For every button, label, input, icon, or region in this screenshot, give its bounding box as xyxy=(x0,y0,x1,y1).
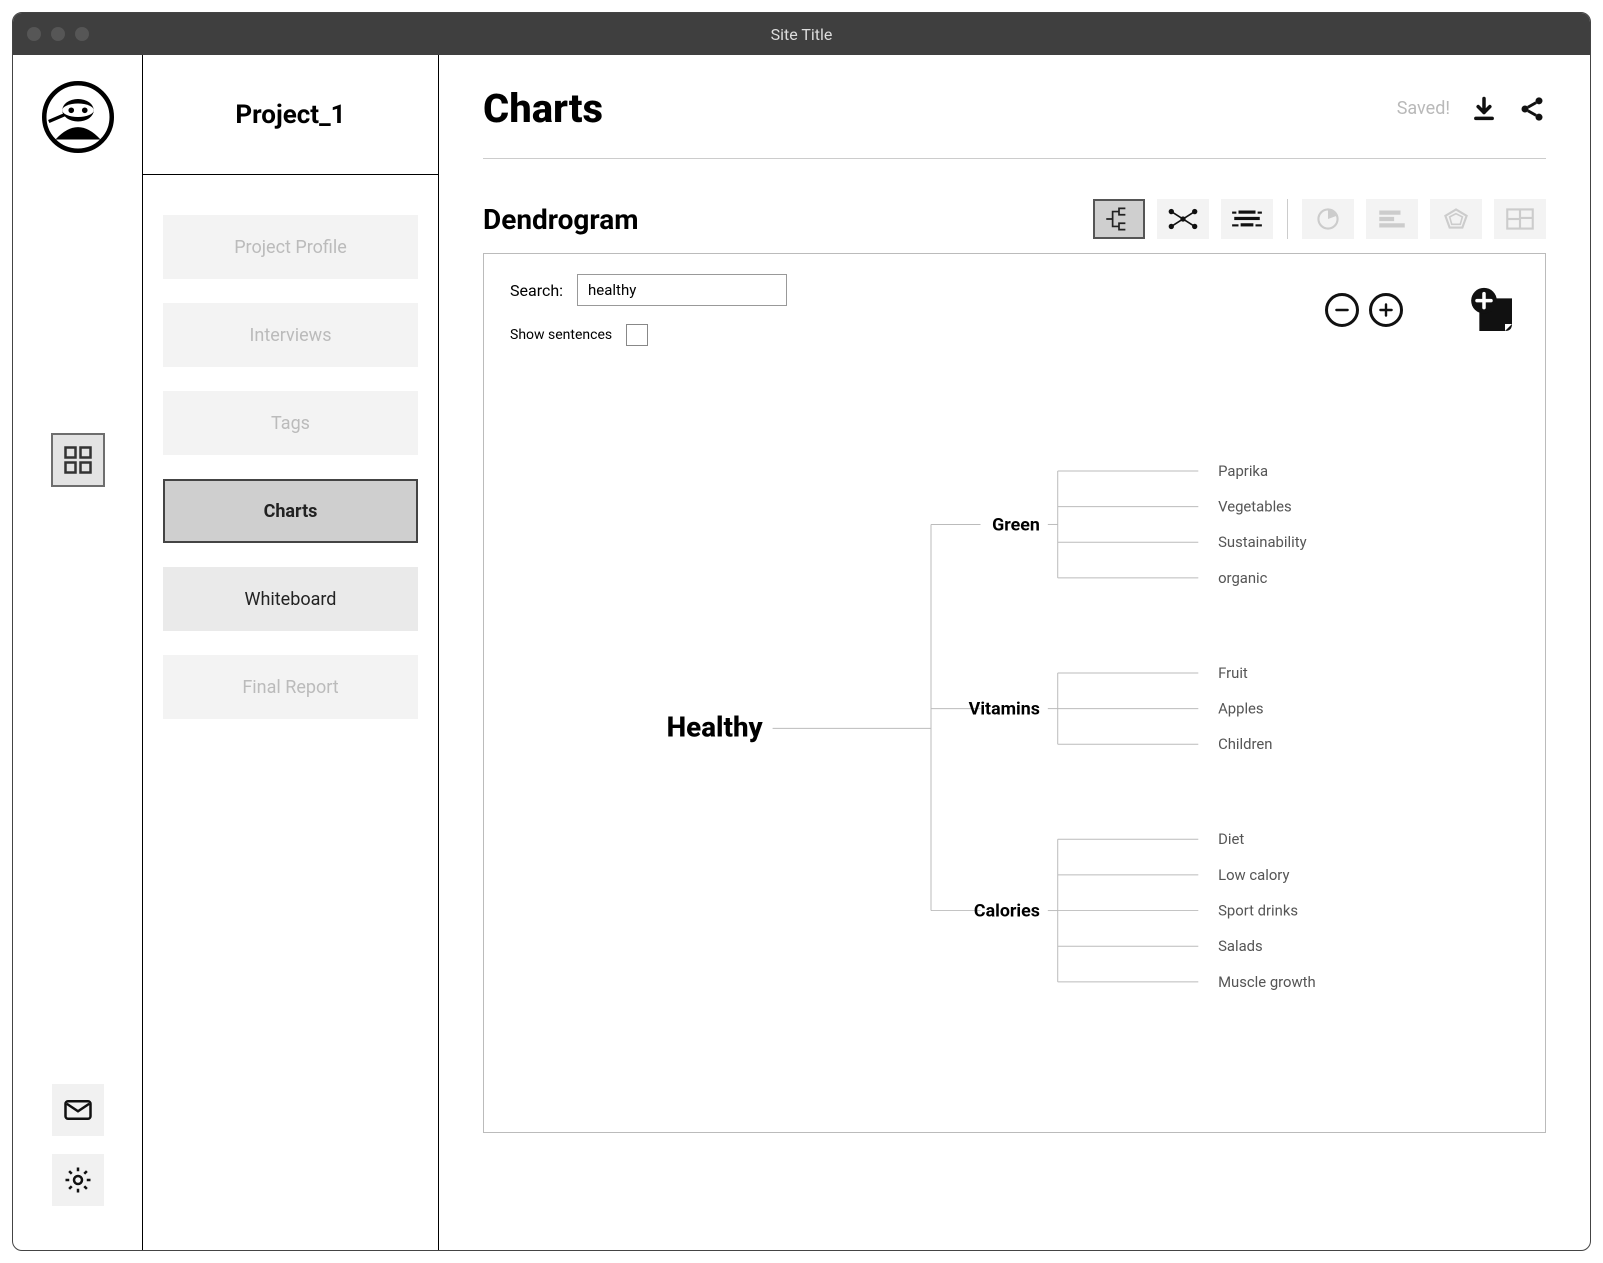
nav-list: Project Profile Interviews Tags Charts W… xyxy=(143,175,438,759)
zoom-out-button[interactable] xyxy=(1325,293,1359,327)
zoom-group xyxy=(1325,293,1403,327)
zoom-in-button[interactable] xyxy=(1369,293,1403,327)
app-window: Site Title xyxy=(12,12,1591,1251)
gear-icon xyxy=(63,1165,93,1195)
dendrogram-svg: Healthy Green Paprika Vegetables Sustainabil… xyxy=(634,424,1525,1112)
svg-text:Salads: Salads xyxy=(1218,937,1263,955)
download-icon xyxy=(1470,95,1498,123)
download-button[interactable] xyxy=(1470,95,1498,123)
chart-type-bars[interactable] xyxy=(1366,199,1418,239)
page-header: Charts Saved! xyxy=(483,85,1546,159)
svg-text:Calories: Calories xyxy=(974,901,1040,922)
svg-text:Sustainability: Sustainability xyxy=(1218,533,1307,551)
avatar[interactable] xyxy=(42,81,114,153)
share-button[interactable] xyxy=(1518,95,1546,123)
nav-item-final-report[interactable]: Final Report xyxy=(163,655,418,719)
svg-text:Low calory: Low calory xyxy=(1218,866,1289,884)
svg-text:Vegetables: Vegetables xyxy=(1218,498,1292,516)
svg-text:Sport drinks: Sport drinks xyxy=(1218,902,1298,920)
svg-text:Vitamins: Vitamins xyxy=(969,699,1040,720)
dendrogram-canvas[interactable]: Healthy Green Paprika Vegetables Sustainabil… xyxy=(634,424,1525,1112)
window-close-dot[interactable] xyxy=(27,27,41,41)
svg-text:Paprika: Paprika xyxy=(1218,462,1268,480)
add-node-button[interactable] xyxy=(1463,282,1519,338)
search-input[interactable] xyxy=(577,274,787,306)
nav-item-charts[interactable]: Charts xyxy=(163,479,418,543)
project-title: Project_1 xyxy=(143,55,438,175)
section-title: Dendrogram xyxy=(483,203,638,236)
nav-item-whiteboard[interactable]: Whiteboard xyxy=(163,567,418,631)
chart-panel: Search: Show sentences xyxy=(483,253,1546,1133)
left-rail xyxy=(13,55,143,1250)
svg-text:Fruit: Fruit xyxy=(1218,664,1248,682)
mail-icon xyxy=(63,1095,93,1125)
section-header: Dendrogram xyxy=(483,199,1546,239)
minus-icon xyxy=(1334,302,1350,318)
window-controls xyxy=(27,27,89,41)
nav-item-interviews[interactable]: Interviews xyxy=(163,303,418,367)
main-layout: Project_1 Project Profile Interviews Tag… xyxy=(13,55,1590,1250)
svg-text:organic: organic xyxy=(1218,569,1268,587)
titlebar: Site Title xyxy=(13,13,1590,55)
radar-icon xyxy=(1439,206,1473,232)
svg-text:Diet: Diet xyxy=(1218,830,1244,848)
window-max-dot[interactable] xyxy=(75,27,89,41)
pie-icon xyxy=(1311,206,1345,232)
bars-icon xyxy=(1375,206,1409,232)
svg-text:Muscle growth: Muscle growth xyxy=(1218,973,1316,991)
project-sidebar: Project_1 Project Profile Interviews Tag… xyxy=(143,55,439,1250)
header-actions: Saved! xyxy=(1397,95,1546,123)
saved-status: Saved! xyxy=(1397,98,1450,119)
dendrogram-icon xyxy=(1102,206,1136,232)
svg-text:Green: Green xyxy=(992,514,1040,535)
show-sentences-row: Show sentences xyxy=(510,324,787,346)
page-title: Charts xyxy=(483,85,603,132)
nav-item-tags[interactable]: Tags xyxy=(163,391,418,455)
network-icon xyxy=(1166,206,1200,232)
svg-text:Children: Children xyxy=(1218,735,1272,753)
chart-type-treemap[interactable] xyxy=(1494,199,1546,239)
window-title: Site Title xyxy=(13,25,1590,44)
add-note-icon xyxy=(1463,282,1519,338)
chart-type-dendrogram[interactable] xyxy=(1093,199,1145,239)
chart-type-stream[interactable] xyxy=(1221,199,1273,239)
nav-item-project-profile[interactable]: Project Profile xyxy=(163,215,418,279)
mail-button[interactable] xyxy=(52,1084,104,1136)
svg-text:Apples: Apples xyxy=(1218,700,1264,718)
treemap-icon xyxy=(1503,206,1537,232)
plus-icon xyxy=(1378,302,1394,318)
main-content: Charts Saved! xyxy=(439,55,1590,1250)
svg-text:Healthy: Healthy xyxy=(667,710,764,743)
settings-button[interactable] xyxy=(52,1154,104,1206)
chart-controls: Search: Show sentences xyxy=(510,274,1519,346)
chart-type-network[interactable] xyxy=(1157,199,1209,239)
share-icon xyxy=(1518,95,1546,123)
dashboard-grid-button[interactable] xyxy=(51,433,105,487)
stream-icon xyxy=(1230,206,1264,232)
search-row: Search: xyxy=(510,274,787,306)
show-sentences-checkbox[interactable] xyxy=(626,324,648,346)
show-sentences-label: Show sentences xyxy=(510,327,612,343)
chart-type-selector xyxy=(1093,199,1546,239)
divider xyxy=(1287,199,1288,239)
chart-type-pie[interactable] xyxy=(1302,199,1354,239)
window-min-dot[interactable] xyxy=(51,27,65,41)
search-label: Search: xyxy=(510,281,563,300)
chart-type-radar[interactable] xyxy=(1430,199,1482,239)
